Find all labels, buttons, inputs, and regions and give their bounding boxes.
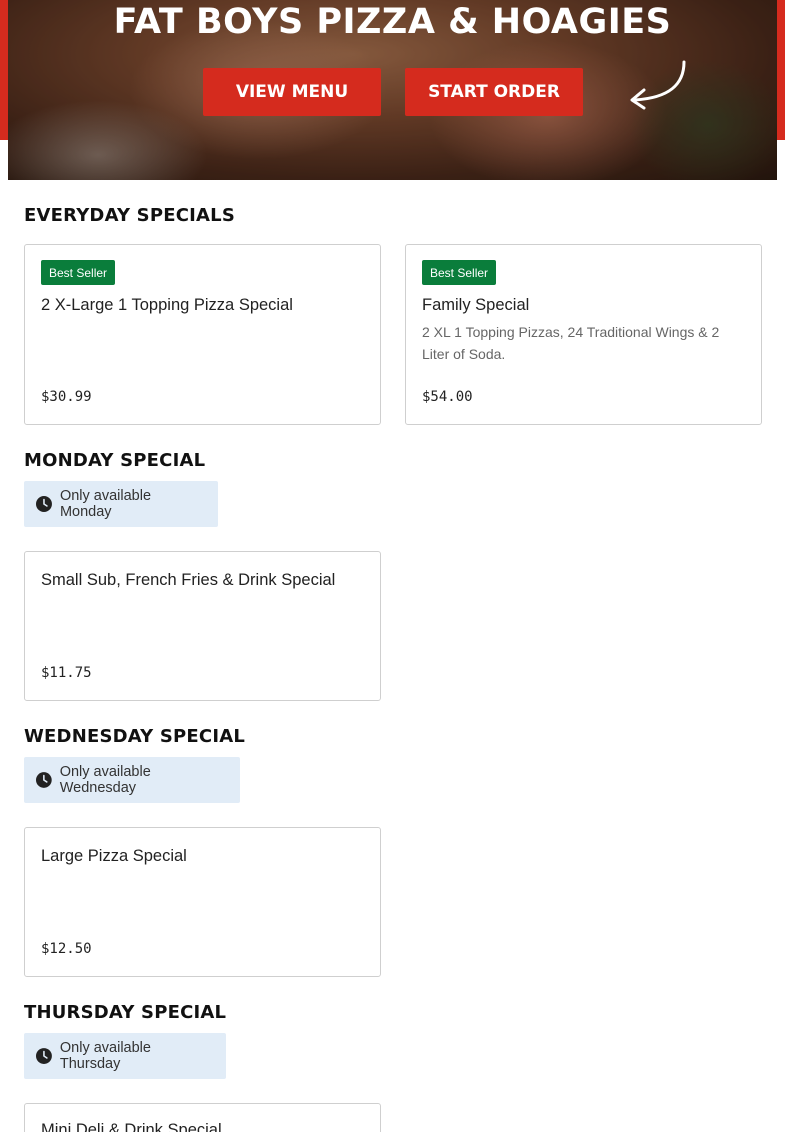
section-title-wednesday: WEDNESDAY SPECIAL	[24, 726, 246, 747]
item-name: 2 X-Large 1 Topping Pizza Special	[41, 296, 293, 314]
item-name: Small Sub, French Fries & Drink Special	[41, 571, 336, 589]
clock-icon	[36, 772, 52, 788]
item-price: $12.50	[41, 941, 92, 957]
availability-text: Only available Thursday	[59, 1040, 151, 1072]
start-order-button[interactable]: START ORDER	[405, 68, 583, 116]
section-title-everyday: EVERYDAY SPECIALS	[24, 205, 236, 226]
curved-arrow-icon	[630, 60, 686, 110]
section-title-thursday: THURSDAY SPECIAL	[24, 1002, 227, 1023]
best-seller-badge: Best Seller	[422, 260, 497, 285]
availability-notice: Only available Monday	[24, 481, 218, 527]
availability-notice: Only available Wednesday	[24, 757, 240, 803]
restaurant-title: FAT BOYS PIZZA & HOAGIES	[113, 2, 672, 42]
item-price: $11.75	[41, 665, 92, 681]
availability-notice: Only available Thursday	[24, 1033, 226, 1079]
menu-item-card[interactable]: Best Seller 2 X-Large 1 Topping Pizza Sp…	[24, 244, 381, 425]
item-name: Large Pizza Special	[41, 847, 187, 865]
menu-item-card[interactable]: Best Seller Family Special 2 XL 1 Toppin…	[405, 244, 762, 425]
item-description: 2 XL 1 Topping Pizzas, 24 Traditional Wi…	[422, 324, 720, 362]
item-price: $30.99	[41, 389, 92, 405]
item-price: $54.00	[422, 389, 473, 405]
menu-item-card[interactable]: Large Pizza Special $12.50	[24, 827, 381, 977]
view-menu-button[interactable]: VIEW MENU	[203, 68, 381, 116]
menu-item-card[interactable]: Mini Deli & Drink Special	[24, 1103, 381, 1132]
clock-icon	[36, 496, 52, 512]
item-name: Mini Deli & Drink Special	[41, 1121, 222, 1132]
clock-icon	[36, 1048, 52, 1064]
availability-text: Only available Wednesday	[59, 764, 151, 796]
menu-item-card[interactable]: Small Sub, French Fries & Drink Special …	[24, 551, 381, 701]
best-seller-badge: Best Seller	[41, 260, 116, 285]
availability-text: Only available Monday	[59, 488, 152, 520]
section-title-monday: MONDAY SPECIAL	[24, 450, 206, 471]
item-name: Family Special	[422, 296, 530, 314]
